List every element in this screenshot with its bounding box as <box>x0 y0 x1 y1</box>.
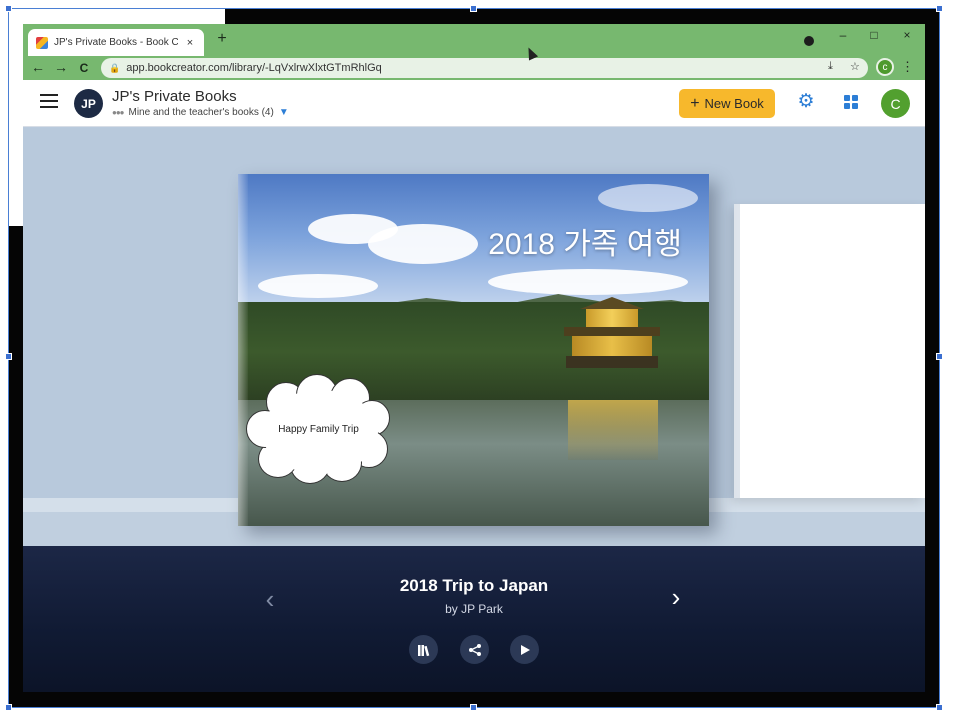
bookmark-star-icon[interactable]: ☆ <box>850 60 860 73</box>
url-field[interactable]: 🔒 app.bookcreator.com/library/-LqVxlrwXl… <box>101 58 868 78</box>
extension-icon[interactable] <box>804 36 814 46</box>
library-filter[interactable]: ●●● Mine and the teacher's books (4) ▼ <box>112 107 289 118</box>
grid-view-icon[interactable] <box>844 95 858 109</box>
address-bar-row: ← → C 🔒 app.bookcreator.com/library/-LqV… <box>23 56 925 80</box>
cover-cloud <box>598 184 698 212</box>
forward-button[interactable]: → <box>52 59 70 75</box>
close-window-button[interactable]: × <box>899 28 915 42</box>
chevron-down-icon: ▼ <box>278 107 289 118</box>
minimize-button[interactable]: – <box>835 28 851 42</box>
people-icon: ●●● <box>112 108 124 117</box>
new-book-label: New Book <box>704 96 764 111</box>
lock-icon: 🔒 <box>109 62 121 73</box>
resize-handle[interactable] <box>936 353 943 360</box>
resize-handle[interactable] <box>5 5 12 12</box>
reload-button[interactable]: C <box>75 61 93 75</box>
library-icon[interactable] <box>409 635 438 664</box>
next-book-cover[interactable] <box>734 204 925 498</box>
pavilion-reflection <box>568 400 658 460</box>
bubble-text: Happy Family Trip <box>278 423 359 435</box>
install-app-icon[interactable]: ⤓ <box>828 60 833 73</box>
new-tab-button[interactable]: + <box>213 30 231 48</box>
browser-tab[interactable]: JP's Private Books - Book Creat × <box>28 29 204 56</box>
bookcreator-favicon-icon <box>36 36 48 49</box>
screenshot-canvas: JP's Private Books - Book Creat × + – □ … <box>0 0 958 716</box>
resize-handle[interactable] <box>5 704 12 711</box>
library-avatar: JP <box>74 89 103 118</box>
cover-cloud <box>368 224 478 264</box>
back-button[interactable]: ← <box>29 59 47 75</box>
book-author: by JP Park <box>445 602 503 616</box>
resize-handle[interactable] <box>470 704 477 711</box>
library-filter-label: Mine and the teacher's books (4) <box>128 107 274 118</box>
user-avatar[interactable]: C <box>881 89 910 118</box>
new-book-button[interactable]: + New Book <box>679 89 775 118</box>
resize-handle[interactable] <box>5 353 12 360</box>
app-header: JP JP's Private Books ●●● Mine and the t… <box>23 80 925 127</box>
cover-title: 2018 가족 여행 <box>488 228 682 261</box>
library-title: JP's Private Books <box>112 88 237 105</box>
play-icon[interactable] <box>510 635 539 664</box>
resize-handle[interactable] <box>936 5 943 12</box>
book-title: 2018 Trip to Japan <box>399 576 549 595</box>
tab-bar: JP's Private Books - Book Creat × + – □ … <box>23 24 925 56</box>
next-book-button[interactable]: › <box>666 582 686 613</box>
resize-handle[interactable] <box>936 704 943 711</box>
browser-window: JP's Private Books - Book Creat × + – □ … <box>23 24 925 692</box>
cover-cloud <box>488 269 688 295</box>
browser-menu-icon[interactable]: ⋮ <box>901 59 914 75</box>
cover-cloud <box>258 274 378 298</box>
thought-bubble: Happy Family Trip <box>246 374 391 484</box>
golden-pavilion <box>558 297 666 377</box>
tab-title: JP's Private Books - Book Creat <box>54 37 178 48</box>
url-text: app.bookcreator.com/library/-LqVxlrwXlxt… <box>126 62 382 74</box>
book-cover[interactable]: 2018 가족 여행 Happy Family Trip <box>238 174 709 526</box>
browser-profile-avatar[interactable]: c <box>876 58 894 76</box>
previous-book-button[interactable]: ‹ <box>260 584 280 615</box>
plus-icon: + <box>690 94 700 112</box>
maximize-button[interactable]: □ <box>866 28 882 42</box>
share-icon[interactable] <box>460 635 489 664</box>
resize-handle[interactable] <box>470 5 477 12</box>
gear-icon[interactable]: ⚙ <box>796 92 816 112</box>
tab-close-icon[interactable]: × <box>184 37 196 49</box>
menu-icon[interactable] <box>40 94 58 108</box>
book-info-panel: ‹ 2018 Trip to Japan by JP Park › <box>23 546 925 692</box>
